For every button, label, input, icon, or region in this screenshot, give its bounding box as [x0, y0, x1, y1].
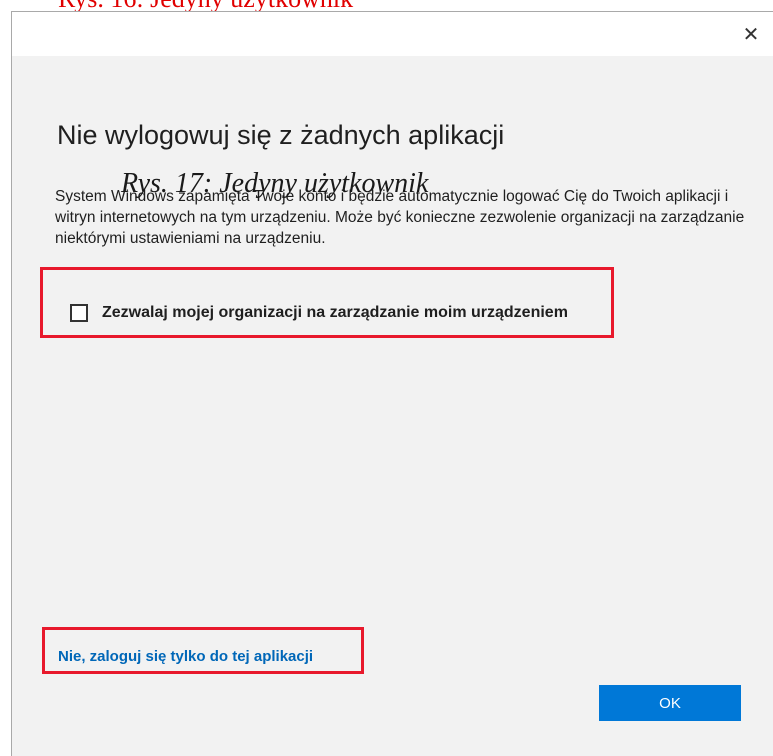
dialog-description: System Windows zapamięta Twoje konto i b… [55, 188, 745, 247]
dialog-window: ✕ Nie wylogowuj się z żadnych aplikacji … [11, 11, 773, 756]
manage-device-checkbox-label: Zezwalaj mojej organizacji na zarządzani… [102, 304, 568, 321]
this-app-only-link[interactable]: Nie, zaloguj się tylko do tej aplikacji [58, 648, 313, 665]
close-icon[interactable]: ✕ [739, 22, 763, 46]
ok-button[interactable]: OK [599, 685, 741, 721]
dialog-heading: Nie wylogowuj się z żadnych aplikacji [57, 120, 505, 150]
screenshot-page: Rys. 16: Jedyny użytkownik ✕ Nie wylogow… [0, 0, 773, 756]
title-bar: ✕ [12, 12, 773, 56]
manage-device-checkbox-row[interactable]: Zezwalaj mojej organizacji na zarządzani… [70, 301, 568, 325]
checkbox-icon[interactable] [70, 304, 88, 322]
